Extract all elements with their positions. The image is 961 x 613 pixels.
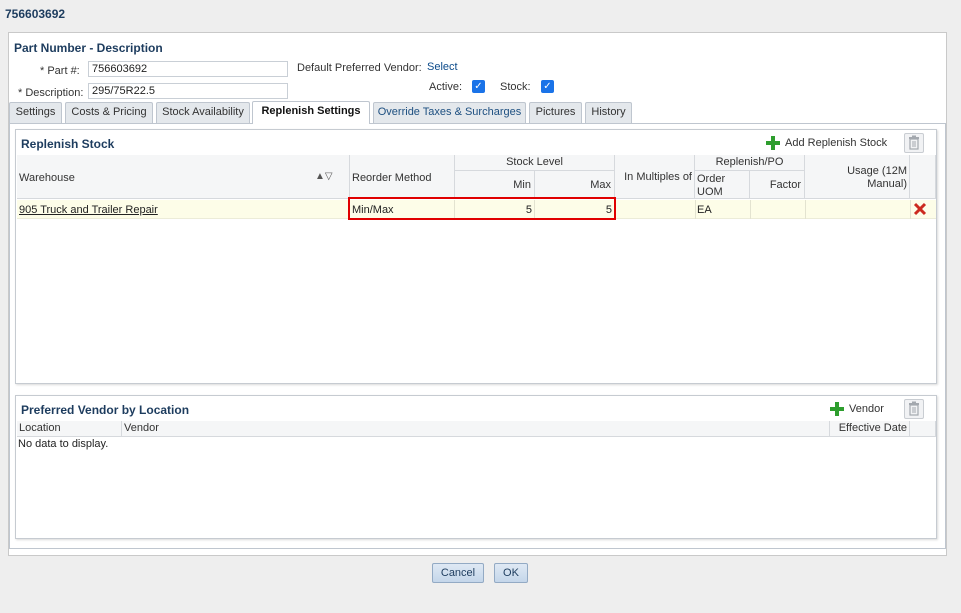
stock-label: Stock: — [500, 81, 531, 93]
column-header-actions — [910, 155, 936, 199]
tab-settings[interactable]: Settings — [9, 102, 62, 123]
checkmark-icon: ✓ — [474, 81, 483, 92]
warehouse-header-label: Warehouse — [19, 172, 75, 184]
ok-button[interactable]: OK — [494, 563, 528, 583]
column-header-min[interactable]: Min — [455, 171, 535, 199]
tab-history[interactable]: History — [585, 102, 632, 123]
cancel-button[interactable]: Cancel — [432, 563, 484, 583]
sort-icon[interactable]: ▲▽ — [315, 171, 333, 182]
delete-row-icon[interactable] — [913, 202, 927, 216]
active-checkbox[interactable]: ✓ — [472, 80, 485, 93]
checkmark-icon: ✓ — [543, 81, 552, 92]
delete-replenish-button[interactable] — [904, 133, 924, 153]
reorder-method-header-label: Reorder Method — [352, 172, 432, 184]
cell-divider — [750, 200, 751, 219]
tab-override-taxes[interactable]: Override Taxes & Surcharges — [373, 102, 526, 123]
column-header-location[interactable]: Location — [17, 421, 122, 437]
part-number-label: * Part #: — [40, 65, 80, 77]
delete-vendor-button[interactable] — [904, 399, 924, 419]
add-vendor-button[interactable]: Vendor — [849, 403, 884, 415]
add-icon[interactable] — [766, 136, 780, 150]
empty-table-message: No data to display. — [18, 438, 109, 450]
add-replenish-stock-button[interactable]: Add Replenish Stock — [785, 137, 887, 149]
preferred-vendor-title: Preferred Vendor by Location — [21, 403, 190, 417]
column-header-warehouse[interactable]: Warehouse ▲▽ — [17, 155, 350, 199]
tab-costs-pricing[interactable]: Costs & Pricing — [65, 102, 153, 123]
part-section-title: Part Number - Description — [14, 41, 163, 55]
column-header-reorder-method[interactable]: Reorder Method — [350, 155, 455, 199]
tab-pictures[interactable]: Pictures — [529, 102, 582, 123]
column-group-replenish-po: Replenish/PO — [695, 155, 805, 171]
column-header-vendor[interactable]: Vendor — [122, 421, 830, 437]
window-title: 756603692 — [5, 7, 66, 21]
vendor-select-link[interactable]: Select — [427, 61, 458, 73]
description-input[interactable]: 295/75R22.5 — [88, 83, 288, 99]
warehouse-link[interactable]: 905 Truck and Trailer Repair — [19, 204, 158, 216]
column-header-usage[interactable]: Usage (12M Manual) — [805, 155, 910, 199]
cell-divider — [695, 200, 696, 219]
highlight-box — [348, 197, 616, 220]
tab-replenish-settings[interactable]: Replenish Settings — [252, 101, 370, 124]
column-header-actions — [910, 421, 936, 437]
replenish-stock-title: Replenish Stock — [21, 137, 115, 151]
trash-icon — [909, 135, 919, 150]
column-header-factor[interactable]: Factor — [750, 171, 805, 199]
column-header-in-multiples[interactable]: In Multiples of — [615, 155, 695, 199]
trash-icon — [909, 401, 919, 416]
active-label: Active: — [429, 81, 463, 93]
cell-divider — [910, 200, 911, 219]
column-header-effective-date[interactable]: Effective Date — [830, 421, 910, 437]
default-vendor-label: Default Preferred Vendor: — [297, 62, 422, 74]
tab-stock-availability[interactable]: Stock Availability — [156, 102, 250, 123]
column-header-max[interactable]: Max — [535, 171, 615, 199]
column-header-order-uom[interactable]: Order UOM — [695, 171, 750, 199]
cell-divider — [805, 200, 806, 219]
part-number-input[interactable]: 756603692 — [88, 61, 288, 77]
column-group-stock-level: Stock Level — [455, 155, 615, 171]
stock-checkbox[interactable]: ✓ — [541, 80, 554, 93]
add-icon[interactable] — [830, 402, 844, 416]
order-uom-cell[interactable]: EA — [697, 204, 712, 216]
description-label: * Description: — [18, 87, 84, 99]
